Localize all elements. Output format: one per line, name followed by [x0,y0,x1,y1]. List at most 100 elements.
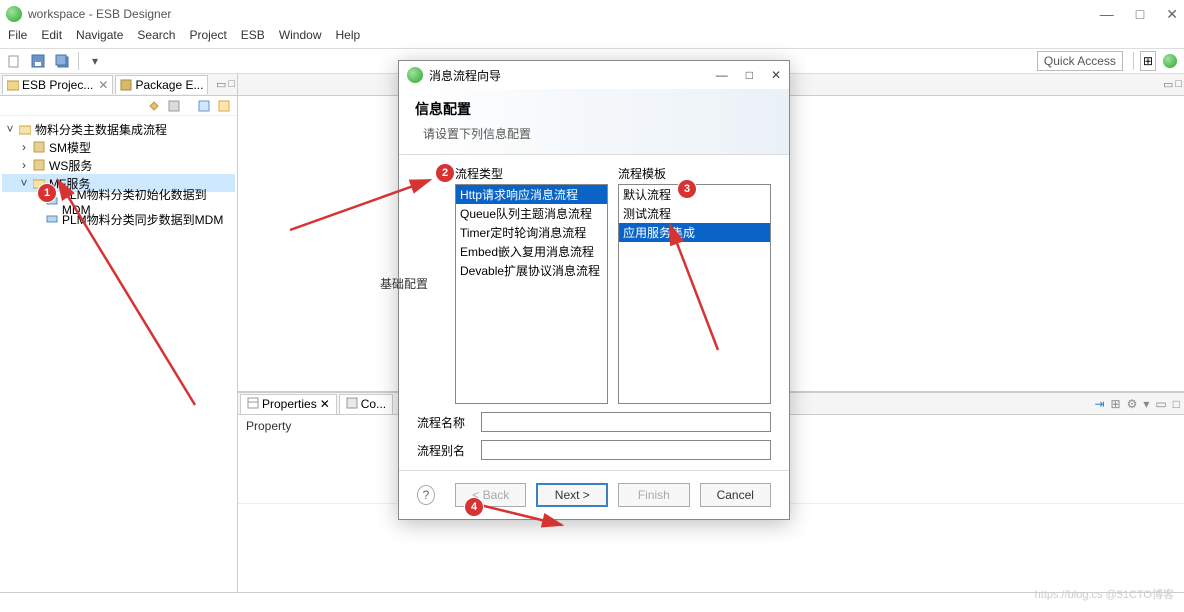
flow-name-row: 流程名称 [417,412,771,432]
cancel-button[interactable]: Cancel [700,483,771,507]
flow-icon [45,212,59,226]
minimize-button[interactable]: — [716,68,728,82]
back-button[interactable]: < Back [455,483,526,507]
menu-esb[interactable]: ESB [241,28,265,48]
collapse-all-icon[interactable] [167,99,181,113]
maximize-button[interactable]: □ [746,68,753,82]
close-button[interactable]: ✕ [1166,6,1178,23]
tab-properties[interactable]: Properties ✕ [240,394,337,414]
list-item[interactable]: 默认流程 [619,185,770,204]
help-button[interactable]: ? [417,485,435,505]
collapse-icon[interactable]: ˅ [19,176,29,190]
dialog-subtitle: 请设置下列信息配置 [415,125,773,142]
minimize-view-icon[interactable]: ▭ [216,78,226,91]
flow-icon [45,194,59,208]
folder-icon [18,122,32,136]
menu-help[interactable]: Help [336,28,361,48]
filter-icon[interactable] [217,99,231,113]
save-icon[interactable] [28,51,48,71]
tab-console[interactable]: Co... [339,394,393,414]
minimize-view-icon[interactable]: ▭ [1163,78,1173,91]
list-item[interactable]: Http请求响应消息流程 [456,185,607,204]
next-button[interactable]: Next > [536,483,608,507]
flow-template-label: 流程模板 [618,165,771,182]
expand-icon[interactable]: › [19,158,29,172]
flow-type-label: 流程类型 [455,165,608,182]
new-icon[interactable] [4,51,24,71]
service-icon [32,158,46,172]
list-item[interactable]: 应用服务集成 [619,223,770,242]
tree-label: WS服务 [49,157,92,174]
left-panel-toolbar [0,96,237,116]
menu-search[interactable]: Search [137,28,175,48]
minimize-button[interactable]: — [1100,6,1114,23]
left-panel-tabs: ESB Projec... ✕ Package E... ▭ □ [0,74,237,96]
menu-navigate[interactable]: Navigate [76,28,123,48]
perspective-esb-icon[interactable] [1160,51,1180,71]
menu-window[interactable]: Window [279,28,322,48]
maximize-view-icon[interactable]: □ [228,78,235,91]
save-all-icon[interactable] [52,51,72,71]
folder-icon [32,176,46,190]
maximize-button[interactable]: □ [1136,6,1144,23]
perspective-switcher[interactable]: ⊞ [1140,51,1156,71]
list-item[interactable]: Embed嵌入复用消息流程 [456,242,607,261]
flow-alias-input[interactable] [481,440,771,460]
perspective-open-icon[interactable]: ⊞ [1143,54,1153,68]
menubar: File Edit Navigate Search Project ESB Wi… [0,28,1184,48]
tree-root[interactable]: ˅ 物料分类主数据集成流程 [2,120,235,138]
maximize-view-icon[interactable]: □ [1173,397,1180,411]
close-icon[interactable]: ✕ [98,78,108,92]
menu-icon[interactable]: ▾ [1143,397,1149,411]
properties-icon [247,397,259,412]
tree-item-mf-child1[interactable]: PLM物料分类初始化数据到MDM [2,192,235,210]
pin-icon[interactable]: ⇥ [1094,397,1104,411]
tree-item-sm[interactable]: › SM模型 [2,138,235,156]
tree-item-mf-child2[interactable]: PLM物料分类同步数据到MDM [2,210,235,228]
tree-item-ws[interactable]: › WS服务 [2,156,235,174]
project-icon [7,79,19,91]
list-item[interactable]: Devable扩展协议消息流程 [456,261,607,280]
flow-type-listbox[interactable]: Http请求响应消息流程 Queue队列主题消息流程 Timer定时轮询消息流程… [455,184,608,404]
list-item[interactable]: Timer定时轮询消息流程 [456,223,607,242]
wizard-dialog: 消息流程向导 — □ ✕ 信息配置 请设置下列信息配置 流程类型 Http请求响… [398,60,790,520]
app-icon [407,67,423,83]
expand-icon[interactable]: › [19,140,29,154]
flow-name-label: 流程名称 [417,414,473,431]
statusbar [0,592,1184,612]
console-icon [346,397,358,412]
finish-button[interactable]: Finish [618,483,689,507]
tab-label: Package E... [135,78,203,92]
flow-name-input[interactable] [481,412,771,432]
left-panel: ESB Projec... ✕ Package E... ▭ □ [0,74,238,592]
tab-tools: ▭ □ [216,78,237,91]
window-title: workspace - ESB Designer [28,7,171,21]
tab-label: ESB Projec... [22,78,93,92]
close-button[interactable]: ✕ [771,68,781,82]
menu-file[interactable]: File [8,28,27,48]
flow-template-listbox[interactable]: 默认流程 测试流程 应用服务集成 [618,184,771,404]
tab-package-explorer[interactable]: Package E... [115,75,208,94]
window-titlebar: workspace - ESB Designer — □ ✕ [0,0,1184,28]
list-item[interactable]: Queue队列主题消息流程 [456,204,607,223]
link-editor-icon[interactable] [147,99,161,113]
flow-template-block: 流程模板 默认流程 测试流程 应用服务集成 [618,165,771,404]
tool-icon[interactable]: ▾ [85,51,105,71]
tab-esb-project[interactable]: ESB Projec... ✕ [2,75,113,94]
collapse-icon[interactable]: ˅ [5,122,15,136]
close-icon[interactable]: ✕ [320,397,330,411]
window-controls: — □ ✕ [1100,6,1178,23]
list-item[interactable]: 测试流程 [619,204,770,223]
menu-project[interactable]: Project [189,28,226,48]
show-advanced-icon[interactable]: ⚙ [1127,397,1138,411]
quick-access-button[interactable]: Quick Access [1037,51,1123,71]
minimize-view-icon[interactable]: ▭ [1155,397,1166,411]
maximize-view-icon[interactable]: □ [1175,78,1182,91]
categories-icon[interactable]: ⊞ [1111,397,1121,411]
menu-edit[interactable]: Edit [41,28,62,48]
properties-toolbar: ⇥ ⊞ ⚙ ▾ ▭ □ [1094,397,1184,411]
tab-label: Co... [361,397,386,411]
dialog-buttons: ? < Back Next > Finish Cancel [399,470,789,519]
refresh-icon[interactable] [197,99,211,113]
dialog-controls: — □ ✕ [716,68,781,82]
